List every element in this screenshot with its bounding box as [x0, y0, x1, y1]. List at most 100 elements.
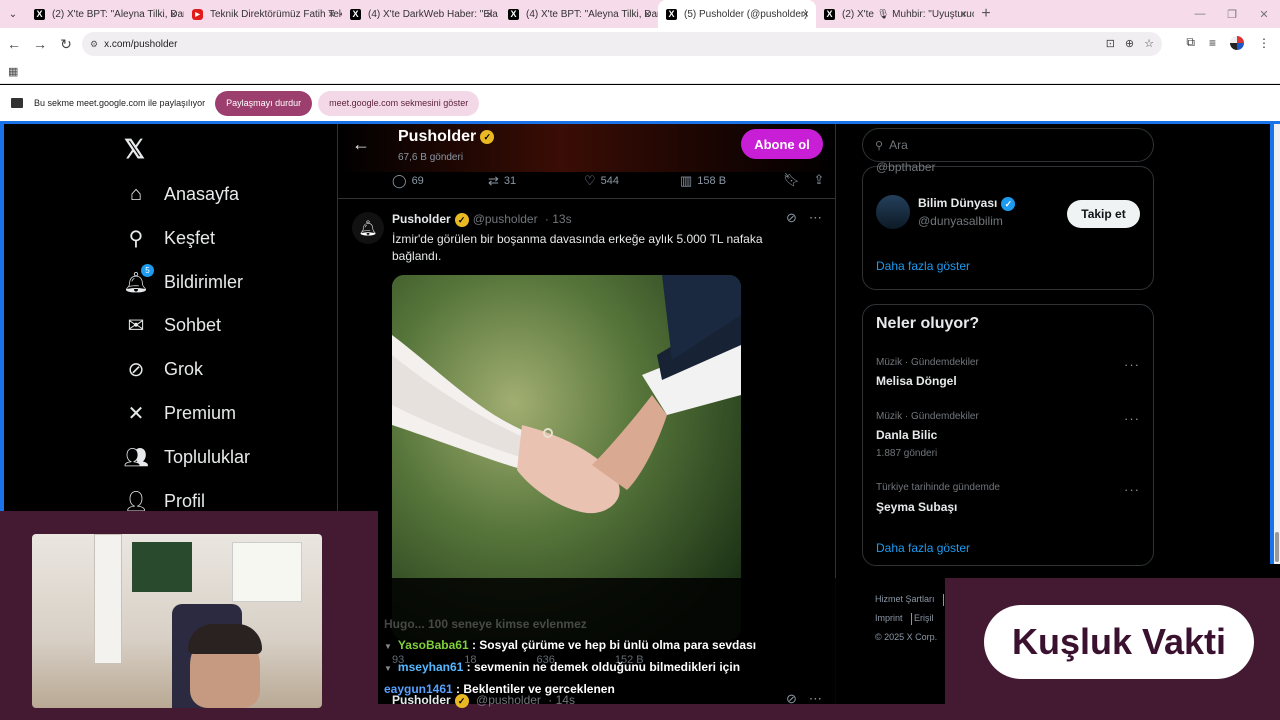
- toolbar-actions: ⧉ ≡ ⋮: [1186, 35, 1270, 50]
- verified-badge-icon: ✓: [480, 129, 495, 144]
- media-control-icon[interactable]: ≡: [1209, 36, 1216, 50]
- show-more-link[interactable]: Daha fazla göster: [876, 541, 970, 555]
- tab-2[interactable]: ▶ Teknik Direktörümüz Fatih Tekk ×: [184, 0, 342, 28]
- tab-title: (4) X'te BPT: "Aleyna Tilki, Danie: [526, 8, 658, 20]
- install-app-icon[interactable]: ⊡: [1106, 37, 1115, 50]
- grok-icon[interactable]: ⊘: [786, 210, 797, 226]
- trend-name[interactable]: Şeyma Subaşı: [876, 500, 957, 514]
- apps-grid-icon[interactable]: ▦: [8, 65, 18, 78]
- nav-item-premium[interactable]: ✕ Premium: [124, 398, 236, 428]
- close-icon[interactable]: ×: [960, 7, 967, 21]
- window-controls: — ❐ ✕: [1184, 0, 1280, 28]
- stop-sharing-button[interactable]: Paylaşmayı durdur: [215, 90, 313, 116]
- more-icon[interactable]: ···: [1124, 482, 1140, 497]
- window-close-icon[interactable]: ✕: [1248, 8, 1280, 21]
- subscribe-button[interactable]: Abone ol: [741, 129, 823, 159]
- nav-label: Premium: [164, 402, 237, 423]
- grok-icon[interactable]: ⊘: [786, 691, 797, 707]
- post-separator: [338, 198, 835, 199]
- follow-button[interactable]: Takip et: [1067, 200, 1140, 228]
- x-icon: X: [666, 8, 677, 20]
- next-post-author[interactable]: Pusholder ✓ @pusholder · 14s: [392, 693, 575, 708]
- restore-icon[interactable]: ❐: [1216, 8, 1248, 21]
- tab-1[interactable]: X (2) X'te BPT: "Aleyna Tilki, Danie ×: [26, 0, 184, 28]
- nav-item-home[interactable]: ⌂ Anasayfa: [124, 179, 239, 209]
- forward-icon[interactable]: →: [28, 36, 52, 52]
- trend-name[interactable]: Melisa Döngel: [876, 374, 957, 388]
- close-icon[interactable]: ×: [802, 7, 809, 21]
- tab-3[interactable]: X (4) X'te DarkWeb Haber: "Ela Ru ×: [342, 0, 500, 28]
- x-logo-icon[interactable]: 𝕏: [124, 134, 145, 165]
- minimize-icon[interactable]: —: [1184, 8, 1216, 20]
- show-meet-tab-button[interactable]: meet.google.com sekmesini göster: [318, 90, 480, 116]
- terms-link[interactable]: Hizmet Şartları: [875, 594, 935, 604]
- like-action[interactable]: ♡ 544: [584, 173, 680, 189]
- bookmark-star-icon[interactable]: ☆: [1144, 37, 1154, 50]
- profile-name: Pusholder ✓: [398, 128, 495, 146]
- nav-item-explore[interactable]: ⚲ Keşfet: [124, 223, 215, 253]
- close-icon[interactable]: ×: [644, 7, 651, 21]
- page-scrollbar[interactable]: [1274, 124, 1280, 564]
- verified-badge-icon: ✓: [454, 212, 469, 227]
- zoom-icon[interactable]: ⊕: [1125, 37, 1134, 50]
- tab-5-active[interactable]: X (5) Pusholder (@pusholder) ×: [658, 0, 816, 28]
- trend-category: Türkiye tarihinde gündemde: [876, 482, 1000, 493]
- site-info-icon[interactable]: ⚙: [90, 39, 98, 50]
- tab-4[interactable]: X (4) X'te BPT: "Aleyna Tilki, Danie ×: [500, 0, 658, 28]
- home-icon: ⌂: [129, 182, 143, 205]
- webcam-feed: [32, 534, 322, 708]
- repost-icon: ⇄: [488, 173, 499, 188]
- more-icon[interactable]: ⋯: [809, 691, 822, 707]
- close-icon[interactable]: ×: [170, 7, 177, 21]
- search-input[interactable]: ⚲ Ara: [862, 128, 1154, 162]
- people-icon: 👥︎: [123, 446, 149, 469]
- more-icon[interactable]: ···: [1124, 357, 1140, 372]
- views-action[interactable]: ▥ 158 B: [680, 173, 726, 189]
- copyright-text: © 2025 X Corp.: [875, 632, 938, 642]
- nav-item-messages[interactable]: ✉ Sohbet: [124, 310, 221, 340]
- tab-search-icon[interactable]: ⌄: [0, 0, 26, 28]
- share-icon[interactable]: ⇪: [814, 172, 825, 188]
- imprint-link[interactable]: Imprint: [875, 613, 903, 623]
- back-icon[interactable]: ←: [2, 36, 26, 52]
- trend-name[interactable]: Danla Bilic: [876, 428, 937, 442]
- profile-avatar[interactable]: [1230, 35, 1244, 50]
- notification-badge: 5: [141, 264, 154, 277]
- nav-item-notifications[interactable]: 🔔︎ 5 Bildirimler: [123, 264, 244, 297]
- nav-item-communities[interactable]: 👥︎ Topluluklar: [123, 442, 250, 472]
- close-icon[interactable]: ×: [486, 7, 493, 21]
- post-author[interactable]: Pusholder ✓ @pusholder · 13s: [392, 212, 572, 227]
- chat-username: mseyhan61: [397, 660, 464, 674]
- repost-action[interactable]: ⇄ 31: [488, 173, 584, 189]
- nav-item-grok[interactable]: ⊘ Grok: [124, 354, 203, 384]
- grok-icon: ⊘: [127, 358, 145, 381]
- tab-title: (2) X'te BPT: "Aleyna Tilki, Danie: [52, 8, 184, 20]
- pusholder-avatar[interactable]: 🔔︎: [352, 212, 384, 244]
- nav-label: Profil: [164, 490, 206, 511]
- webcam-whiteboard: [232, 542, 302, 602]
- menu-icon[interactable]: ⋮: [1258, 36, 1270, 50]
- tab-title: (5) Pusholder (@pusholder): [684, 8, 808, 20]
- back-arrow-icon[interactable]: ←: [352, 134, 370, 155]
- address-bar[interactable]: ⚙ x.com/pusholder ⊡ ⊕ ☆: [82, 32, 1162, 56]
- scrollbar-thumb[interactable]: [1275, 532, 1279, 562]
- follow-suggestion[interactable]: Bilim Dünyası ✓ @dunyasalbilim: [876, 194, 1016, 230]
- nav-label: Sohbet: [164, 314, 222, 335]
- close-icon[interactable]: ×: [328, 7, 335, 21]
- show-more-link[interactable]: Daha fazla göster: [876, 259, 970, 273]
- more-icon[interactable]: ⋯: [809, 210, 822, 226]
- more-icon[interactable]: ···: [1124, 411, 1140, 426]
- reply-action[interactable]: ◯ 69: [392, 173, 488, 189]
- chat-message: ▼ mseyhan61 : sevmenin ne demek olduğunu …: [384, 660, 740, 674]
- sharing-text: Bu sekme meet.google.com ile paylaşılıyo…: [34, 98, 206, 108]
- nav-label: Bildirimler: [164, 271, 244, 292]
- extensions-icon[interactable]: ⧉: [1186, 35, 1195, 50]
- accessibility-link[interactable]: Erişil: [914, 613, 934, 623]
- bell-logo-icon: 🔔︎: [358, 220, 378, 237]
- tab-6[interactable]: X (2) X'te 🎙 Muhbir: "Uyuşturucu ×: [816, 0, 974, 28]
- bookmark-icon[interactable]: 🔖︎: [783, 172, 800, 188]
- chat-username: YasoBaba61: [397, 638, 469, 652]
- new-tab-icon[interactable]: +: [974, 5, 998, 23]
- chat-message: ▼ YasoBaba61 : Sosyal çürüme ve hep bi ün…: [384, 638, 756, 652]
- reload-icon[interactable]: ↻: [54, 36, 78, 53]
